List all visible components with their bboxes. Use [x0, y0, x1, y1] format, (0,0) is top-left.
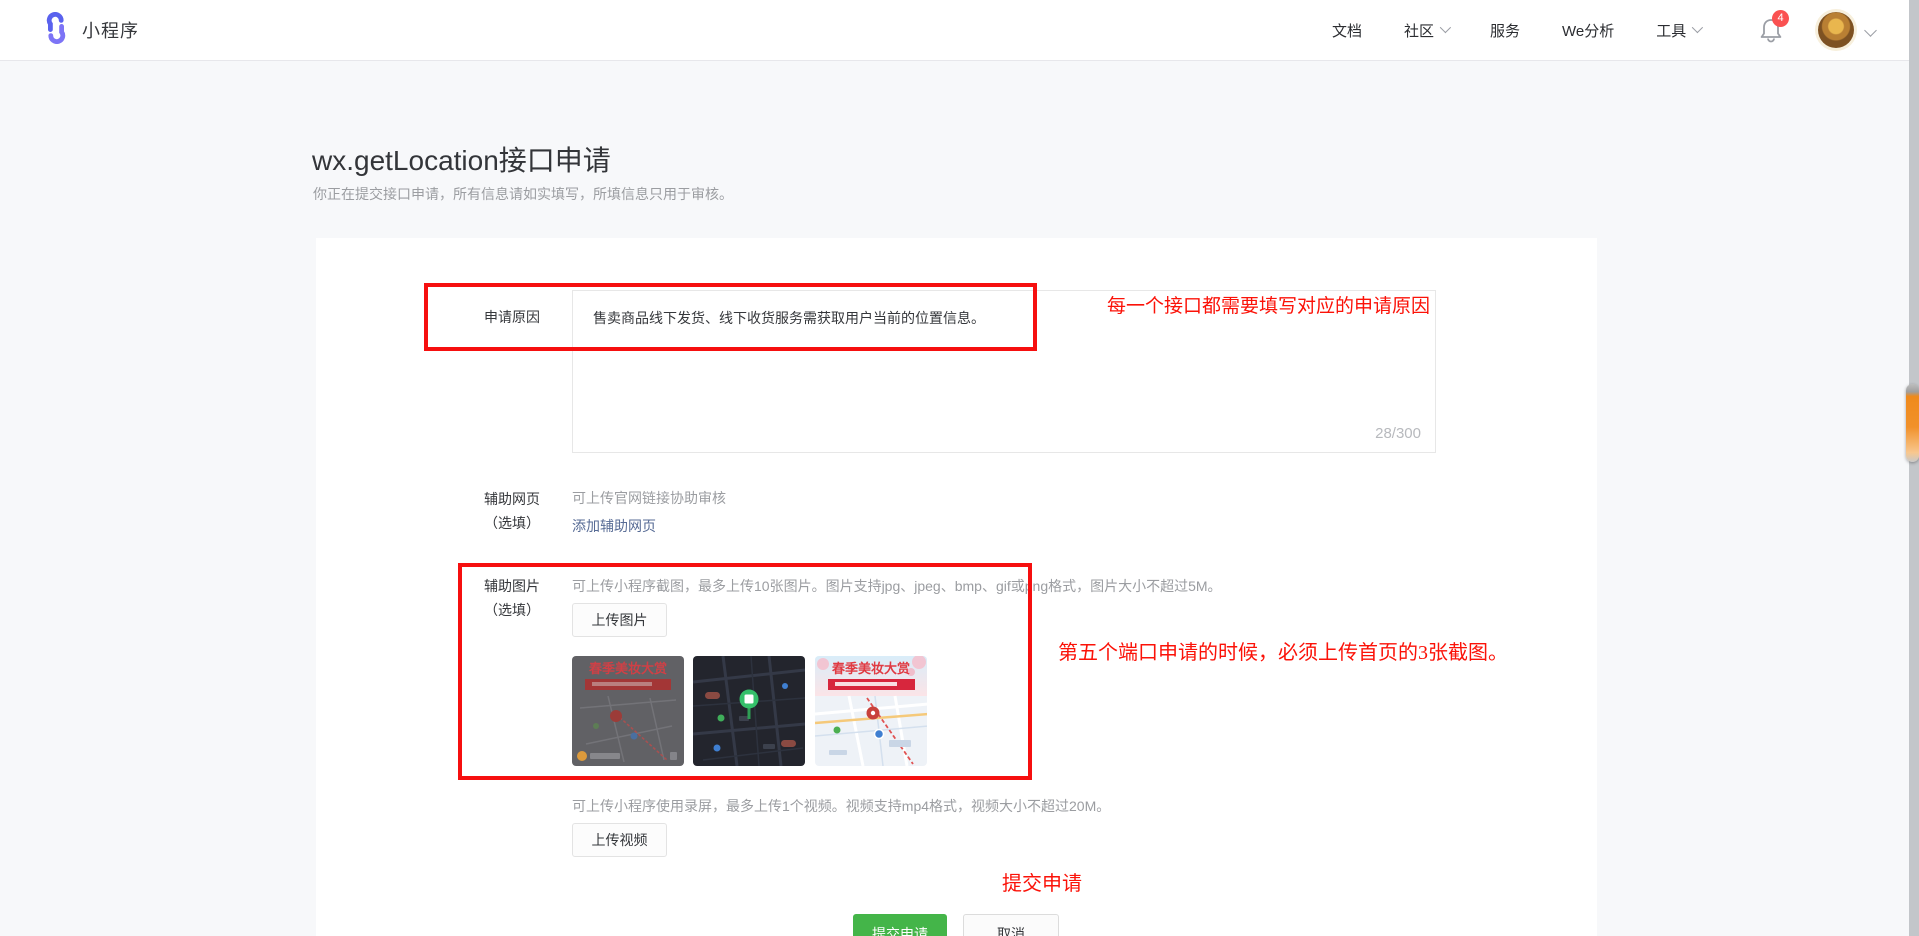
notifications-button[interactable]: 4 — [1758, 16, 1788, 46]
annotation-note-submit: 提交申请 — [1002, 867, 1082, 896]
scrollbar-track[interactable] — [1909, 0, 1919, 936]
nav-item-weanalytics-label: We分析 — [1562, 20, 1614, 41]
nav-item-weanalytics[interactable]: We分析 — [1562, 20, 1614, 41]
submit-application-button[interactable]: 提交申请 — [853, 914, 947, 936]
top-navigation-bar: 小程序 文档 社区 服务 We分析 工具 — [0, 0, 1919, 61]
upload-video-button[interactable]: 上传视频 — [572, 823, 667, 857]
nav-item-tools[interactable]: 工具 — [1656, 20, 1700, 41]
cancel-button[interactable]: 取消 — [963, 914, 1059, 936]
page-subtitle: 你正在提交接口申请，所有信息请如实填写，所填信息只用于审核。 — [313, 184, 733, 204]
aux-image-label-line2: （选填） — [420, 598, 540, 622]
nav-item-community-label: 社区 — [1404, 20, 1434, 41]
upload-image-button[interactable]: 上传图片 — [572, 603, 667, 637]
nav-item-community[interactable]: 社区 — [1404, 20, 1448, 41]
aux-web-label: 辅助网页 （选填） — [420, 487, 540, 535]
aux-web-label-line2: （选填） — [420, 511, 540, 535]
uploaded-screenshot-night-map-with-pin[interactable] — [693, 656, 805, 766]
notification-count-badge: 4 — [1772, 10, 1789, 27]
nav-item-tools-label: 工具 — [1656, 20, 1686, 41]
nav-item-docs-label: 文档 — [1332, 20, 1362, 41]
aux-image-label-line1: 辅助图片 — [420, 574, 540, 598]
nav-item-services-label: 服务 — [1490, 20, 1520, 41]
screenshot3-banner-text: 春季美妆大赏 — [831, 661, 910, 676]
aux-web-hint: 可上传官网链接协助审核 — [572, 488, 726, 508]
chevron-down-icon — [1692, 21, 1703, 32]
mini-program-logo-icon — [40, 12, 72, 49]
reason-label: 申请原因 — [420, 305, 540, 329]
scrollbar-thumb-indicator[interactable] — [1906, 384, 1919, 462]
mini-program-console-screen: 小程序 文档 社区 服务 We分析 工具 — [0, 0, 1919, 936]
aux-image-hint: 可上传小程序截图，最多上传10张图片。图片支持jpg、jpeg、bmp、gif或… — [572, 576, 1222, 596]
page-title: wx.getLocation接口申请 — [312, 139, 611, 179]
aux-web-label-line1: 辅助网页 — [420, 487, 540, 511]
mini-program-logo[interactable]: 小程序 — [40, 12, 139, 49]
annotation-note-screenshots: 第五个端口申请的时候，必须上传首页的3张截图。 — [1058, 636, 1508, 665]
aux-image-label: 辅助图片 （选填） — [420, 574, 540, 622]
nav-item-services[interactable]: 服务 — [1490, 20, 1520, 41]
chevron-down-icon — [1440, 21, 1451, 32]
uploaded-screenshot-promo-map-light[interactable]: 春季美妆大赏 — [815, 656, 927, 766]
header-nav: 文档 社区 服务 We分析 工具 — [1332, 0, 1700, 61]
screenshot1-banner-text: 春季美妆大赏 — [588, 661, 667, 676]
account-menu-chevron-icon[interactable] — [1864, 24, 1877, 37]
nav-item-docs[interactable]: 文档 — [1332, 20, 1362, 41]
char-counter: 28/300 — [1375, 425, 1421, 442]
bell-icon — [1758, 31, 1784, 48]
logo-label: 小程序 — [82, 17, 139, 43]
annotation-note-reason: 每一个接口都需要填写对应的申请原因 — [1107, 291, 1430, 318]
video-hint: 可上传小程序使用录屏，最多上传1个视频。视频支持mp4格式，视频大小不超过20M… — [572, 796, 1110, 816]
uploaded-screenshot-promo-map-dark[interactable]: 春季美妆大赏 — [572, 656, 684, 766]
add-aux-web-link[interactable]: 添加辅助网页 — [572, 516, 656, 536]
user-avatar[interactable] — [1818, 12, 1854, 48]
